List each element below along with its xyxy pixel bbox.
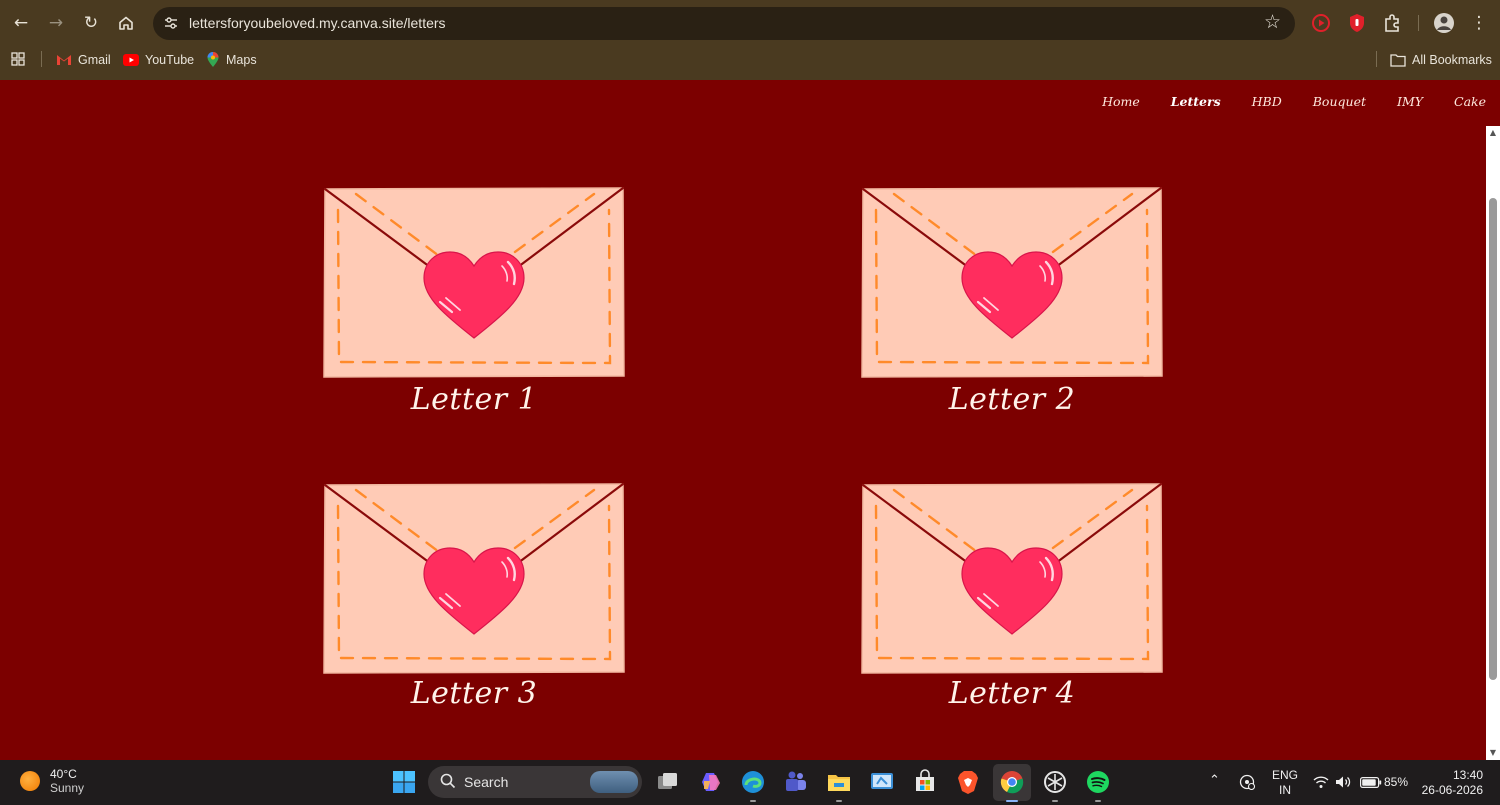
site-nav: Home Letters HBD Bouquet IMY Cake xyxy=(1102,94,1486,109)
file-explorer-icon[interactable] xyxy=(826,769,852,795)
letter-card-1[interactable]: Letter 1 xyxy=(322,186,626,417)
nav-imy[interactable]: IMY xyxy=(1397,94,1423,109)
envelope-heart-icon[interactable] xyxy=(860,186,1164,380)
volume-icon[interactable] xyxy=(1335,775,1351,789)
letter-card-2[interactable]: Letter 2 xyxy=(860,186,1164,417)
extensions-puzzle-icon[interactable] xyxy=(1381,12,1403,34)
folder-icon xyxy=(1390,54,1406,67)
browser-chrome: ← → ↻ lettersforyoubeloved.my.canva.site… xyxy=(0,0,1500,80)
toolbar-divider xyxy=(1418,15,1419,31)
app-running-indicator xyxy=(750,800,756,802)
letter-label[interactable]: Letter 2 xyxy=(860,382,1164,417)
nav-home[interactable]: Home xyxy=(1102,94,1140,109)
edge-icon[interactable] xyxy=(740,769,766,795)
menu-kebab-icon[interactable]: ⋮ xyxy=(1467,11,1491,35)
system-clock[interactable]: 13:40 26-06-2026 xyxy=(1421,768,1483,798)
bookmarks-divider xyxy=(41,51,42,67)
wifi-icon[interactable] xyxy=(1313,775,1329,789)
brave-icon[interactable] xyxy=(955,769,981,795)
nav-hbd[interactable]: HBD xyxy=(1252,94,1282,109)
extension-record-icon[interactable] xyxy=(1310,12,1332,34)
envelope-heart-icon[interactable] xyxy=(322,482,626,676)
chatgpt-icon[interactable] xyxy=(1042,769,1068,795)
sun-icon xyxy=(20,771,40,791)
windows-taskbar: 40°C Sunny Search ⌃ ENG IN 85% 13:40 26-… xyxy=(0,760,1500,805)
envelope-heart-icon[interactable] xyxy=(322,186,626,380)
clock-time: 13:40 xyxy=(1452,768,1483,782)
extension-block-icon[interactable] xyxy=(1346,12,1368,34)
tray-overflow-chevron-icon[interactable]: ⌃ xyxy=(1209,774,1223,788)
maps-icon xyxy=(207,52,219,67)
nav-cake[interactable]: Cake xyxy=(1454,94,1486,109)
scroll-down-icon[interactable]: ▼ xyxy=(1488,748,1498,758)
clock-date: 26-06-2026 xyxy=(1421,783,1483,797)
nav-letters[interactable]: Letters xyxy=(1171,94,1221,109)
site-info-icon[interactable] xyxy=(163,15,179,31)
browser-toolbar: ← → ↻ lettersforyoubeloved.my.canva.site… xyxy=(0,0,1500,46)
profile-avatar[interactable] xyxy=(1433,12,1455,34)
youtube-icon xyxy=(123,54,139,66)
letter-label[interactable]: Letter 4 xyxy=(860,676,1164,711)
nav-bouquet[interactable]: Bouquet xyxy=(1313,94,1366,109)
bookmarks-divider xyxy=(1376,51,1377,67)
scrollbar-thumb[interactable] xyxy=(1489,198,1497,680)
search-highlight-image xyxy=(590,771,638,793)
bookmark-gmail[interactable]: Gmail xyxy=(56,50,111,70)
app-running-indicator xyxy=(836,800,842,802)
weather-widget[interactable]: 40°C Sunny xyxy=(20,767,84,795)
home-icon[interactable] xyxy=(114,11,138,35)
url-text[interactable]: lettersforyoubeloved.my.canva.site/lette… xyxy=(189,15,446,31)
gmail-icon xyxy=(57,55,71,65)
search-icon xyxy=(440,773,456,789)
weather-temp: 40°C xyxy=(50,767,77,781)
app-active-indicator xyxy=(1006,800,1018,802)
teams-icon[interactable] xyxy=(783,769,809,795)
lang-region: IN xyxy=(1279,783,1291,797)
letter-label[interactable]: Letter 1 xyxy=(322,382,626,417)
apps-grid-icon[interactable] xyxy=(11,52,25,66)
bookmark-star-icon[interactable]: ☆ xyxy=(1264,11,1281,33)
taskbar-search[interactable]: Search xyxy=(428,766,642,798)
forward-icon[interactable]: → xyxy=(44,11,68,35)
search-placeholder: Search xyxy=(464,774,509,790)
envelope-heart-icon[interactable] xyxy=(860,482,1164,676)
letter-label[interactable]: Letter 3 xyxy=(322,676,626,711)
bookmark-label: Gmail xyxy=(78,53,111,67)
spotify-icon[interactable] xyxy=(1085,769,1111,795)
letter-card-3[interactable]: Letter 3 xyxy=(322,482,626,711)
address-bar[interactable]: lettersforyoubeloved.my.canva.site/lette… xyxy=(153,7,1295,40)
letters-page: Home Letters HBD Bouquet IMY Cake ▲ ▼ Le… xyxy=(0,80,1500,760)
task-view-icon[interactable] xyxy=(655,769,681,795)
lang-code: ENG xyxy=(1272,768,1299,782)
windows-start-icon[interactable] xyxy=(392,770,416,794)
letter-card-4[interactable]: Letter 4 xyxy=(860,482,1164,711)
copilot-icon[interactable] xyxy=(698,769,724,795)
all-bookmarks-label: All Bookmarks xyxy=(1412,53,1492,67)
chrome-icon[interactable] xyxy=(999,769,1025,795)
all-bookmarks-button[interactable]: All Bookmarks xyxy=(1390,50,1492,70)
app-running-indicator xyxy=(1095,800,1101,802)
bookmark-label: Maps xyxy=(226,53,257,67)
remote-desktop-icon[interactable] xyxy=(869,769,895,795)
location-status-icon[interactable] xyxy=(1239,774,1255,790)
bookmark-maps[interactable]: Maps xyxy=(206,50,257,70)
scroll-up-icon[interactable]: ▲ xyxy=(1488,128,1498,138)
bookmark-label: YouTube xyxy=(145,53,195,67)
app-running-indicator xyxy=(1052,800,1058,802)
input-language[interactable]: ENG IN xyxy=(1272,768,1298,798)
back-icon[interactable]: ← xyxy=(9,11,33,35)
battery-icon[interactable] xyxy=(1360,777,1382,788)
bookmarks-bar: Gmail YouTube Maps All Bookmarks xyxy=(0,46,1500,72)
battery-percent: 85% xyxy=(1384,775,1409,789)
microsoft-store-icon[interactable] xyxy=(912,769,938,795)
bookmark-youtube[interactable]: YouTube xyxy=(123,50,194,70)
weather-condition: Sunny xyxy=(50,781,85,795)
reload-icon[interactable]: ↻ xyxy=(79,11,103,35)
